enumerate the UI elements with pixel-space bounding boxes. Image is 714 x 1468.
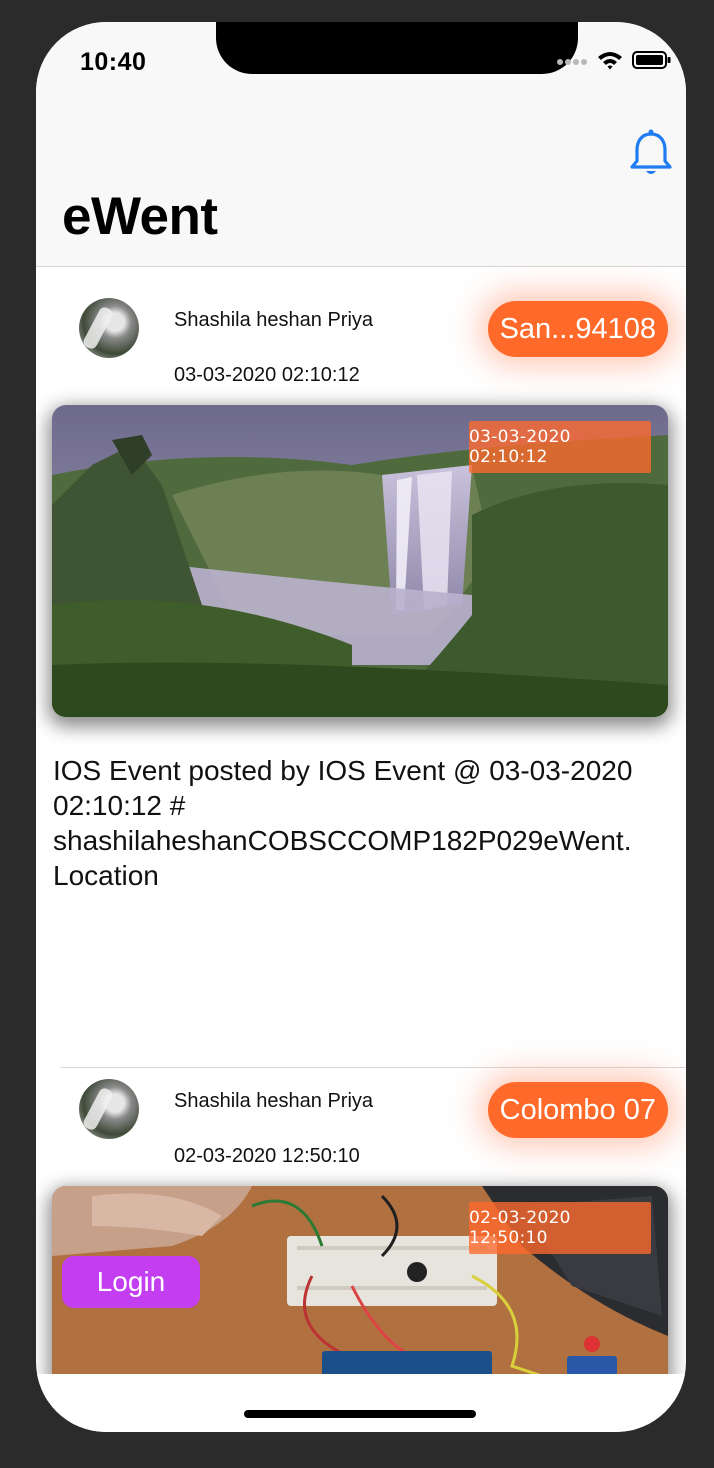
event-photo[interactable]: 03-03-2020 02:10:12 bbox=[52, 405, 668, 717]
device-notch bbox=[216, 22, 578, 74]
login-button[interactable]: Login bbox=[62, 1256, 200, 1308]
location-badge[interactable]: Colombo 07 bbox=[487, 1082, 668, 1138]
home-indicator[interactable] bbox=[244, 1410, 476, 1418]
battery-icon bbox=[632, 50, 672, 75]
event-post: Shashila heshan Priya 02-03-2020 12:50:1… bbox=[36, 1048, 686, 1375]
event-feed[interactable]: Shashila heshan Priya 03-03-2020 02:10:1… bbox=[36, 267, 686, 1375]
post-time: 03-03-2020 02:10:12 bbox=[174, 364, 360, 386]
wifi-icon bbox=[597, 50, 623, 75]
home-indicator-area bbox=[36, 1374, 686, 1432]
notification-bell-icon[interactable] bbox=[628, 128, 674, 178]
post-author: Shashila heshan Priya bbox=[174, 309, 374, 331]
status-icons bbox=[556, 50, 672, 75]
post-author: Shashila heshan Priya bbox=[174, 1090, 374, 1112]
status-time: 10:40 bbox=[80, 48, 147, 76]
location-badge[interactable]: San...94108 bbox=[487, 301, 668, 357]
app-screen: eWent 10:40 Shashila heshan Priya 03-03-… bbox=[36, 22, 686, 1432]
event-post: Shashila heshan Priya 03-03-2020 02:10:1… bbox=[36, 267, 686, 1067]
post-caption: IOS Event posted by IOS Event @ 03-03-20… bbox=[53, 755, 633, 891]
photo-timestamp: 02-03-2020 12:50:10 bbox=[469, 1202, 651, 1254]
post-time: 02-03-2020 12:50:10 bbox=[174, 1145, 360, 1167]
device-frame: eWent 10:40 Shashila heshan Priya 03-03-… bbox=[0, 0, 714, 1468]
photo-timestamp: 03-03-2020 02:10:12 bbox=[469, 421, 651, 473]
avatar[interactable] bbox=[79, 1079, 139, 1139]
app-title: eWent bbox=[62, 187, 218, 246]
avatar[interactable] bbox=[79, 298, 139, 358]
cellular-signal-icon bbox=[556, 54, 588, 72]
